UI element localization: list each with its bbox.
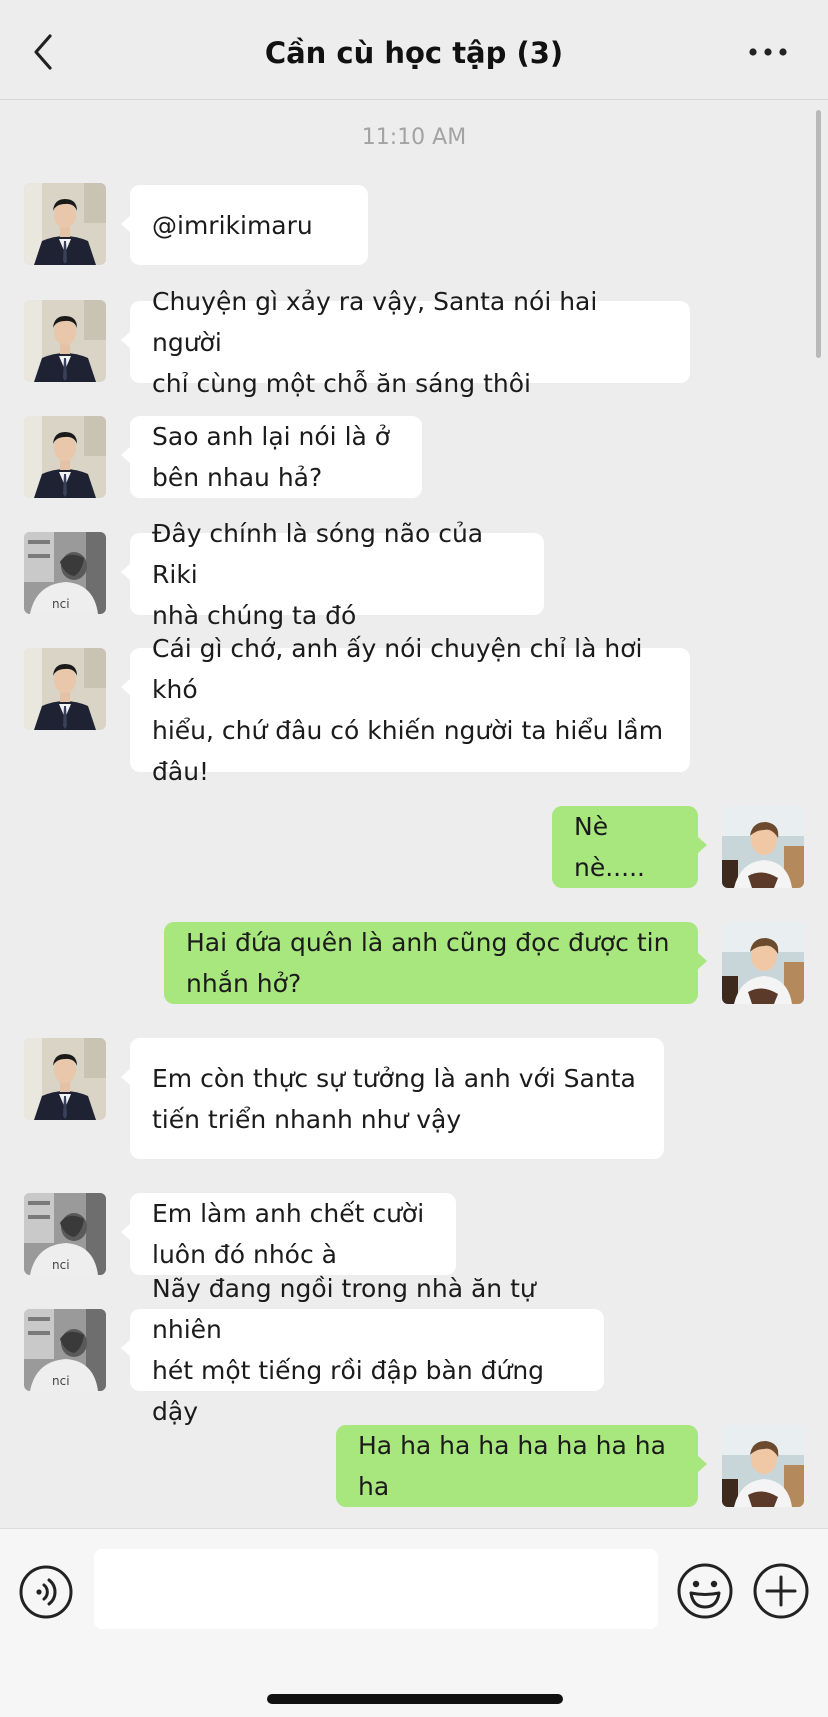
message-bubble[interactable]: Sao anh lại nói là ở bên nhau hả? (121, 416, 422, 498)
voice-icon[interactable] (18, 1564, 74, 1620)
avatar[interactable] (24, 416, 106, 498)
home-indicator[interactable] (267, 1694, 563, 1704)
avatar[interactable]: nci (24, 532, 106, 614)
svg-text:nci: nci (52, 1258, 70, 1272)
more-dots-icon[interactable] (746, 40, 790, 64)
message-input[interactable] (94, 1549, 658, 1629)
svg-text:nci: nci (52, 597, 70, 611)
avatar[interactable]: nci (24, 1193, 106, 1275)
message-bubble[interactable]: @imrikimaru (121, 185, 368, 265)
avatar[interactable] (24, 1038, 106, 1120)
timestamp: 11:10 AM (361, 125, 467, 150)
avatar[interactable] (722, 1425, 804, 1507)
message-bubble[interactable]: Chuyện gì xảy ra vậy, Santa nói hai ngườ… (121, 287, 690, 398)
plus-icon[interactable] (752, 1562, 810, 1620)
composer-bar (0, 1528, 828, 1717)
message-bubble[interactable]: Em làm anh chết cười luôn đó nhóc à (121, 1193, 456, 1275)
avatar[interactable] (24, 183, 106, 265)
avatar[interactable]: nci (24, 1309, 106, 1391)
message-bubble[interactable]: Nè nè..... (552, 806, 707, 888)
message-bubble[interactable]: Đây chính là sóng não của Riki nhà chúng… (121, 519, 544, 630)
emoji-icon[interactable] (676, 1562, 734, 1620)
svg-text:nci: nci (52, 1374, 70, 1388)
avatar[interactable] (24, 300, 106, 382)
message-bubble[interactable]: Ha ha ha ha ha ha ha ha ha (336, 1425, 707, 1507)
message-bubble[interactable]: Cái gì chớ, anh ấy nói chuyện chỉ là hơi… (121, 634, 690, 786)
avatar[interactable] (722, 806, 804, 888)
message-bubble[interactable]: Em còn thực sự tưởng là anh với Santa ti… (121, 1038, 664, 1159)
avatar[interactable] (722, 922, 804, 1004)
message-bubble[interactable]: Nãy đang ngồi trong nhà ăn tự nhiên hét … (121, 1274, 604, 1426)
chat-title: Cần cù học tập (3) (264, 36, 564, 70)
message-bubble[interactable]: Hai đứa quên là anh cũng đọc được tin nh… (164, 922, 707, 1004)
chat-header: Cần cù học tập (3) (0, 0, 828, 100)
avatar[interactable] (24, 648, 106, 730)
